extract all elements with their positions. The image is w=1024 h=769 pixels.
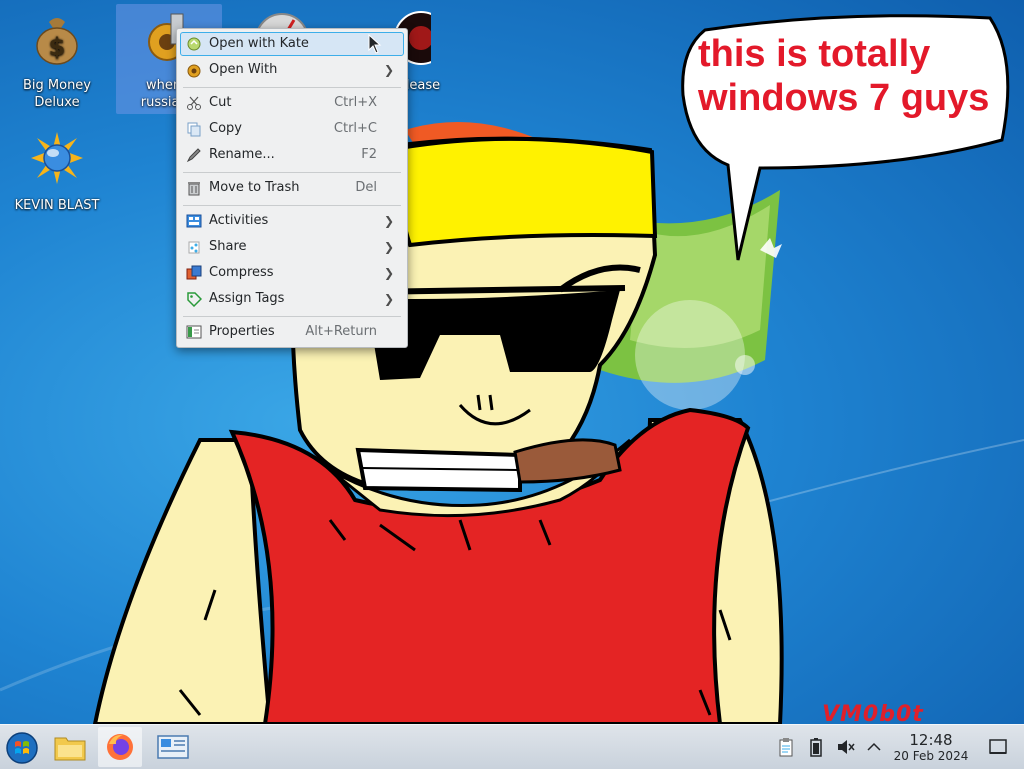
tag-icon xyxy=(187,292,202,307)
taskbar-file-manager[interactable] xyxy=(48,727,92,767)
menu-separator xyxy=(183,87,401,88)
taskbar: 12:48 20 Feb 2024 xyxy=(0,724,1024,769)
money-bag-icon: $ xyxy=(36,18,78,65)
menu-separator xyxy=(183,205,401,206)
menu-item-shortcut: Ctrl+X xyxy=(334,95,377,110)
menu-item-label: Rename... xyxy=(209,147,275,162)
menu-item-label: Copy xyxy=(209,121,242,136)
speech-bubble-text: this is totally windows 7 guys xyxy=(698,32,998,120)
menu-item-compress[interactable]: Compress ❯ xyxy=(180,261,404,285)
cut-icon xyxy=(187,96,201,110)
rename-icon xyxy=(186,148,201,163)
file-manager-icon xyxy=(54,737,86,761)
menu-separator xyxy=(183,172,401,173)
menu-item-rename[interactable]: Rename... F2 xyxy=(180,143,404,167)
clipboard-icon[interactable] xyxy=(776,737,796,757)
taskbar-firefox[interactable] xyxy=(98,727,142,767)
menu-item-assign-tags[interactable]: Assign Tags ❯ xyxy=(180,287,404,311)
speech-line-1: this is totally xyxy=(698,33,931,75)
kate-icon xyxy=(187,37,201,51)
desktop-icon-label: Deluxe xyxy=(34,95,80,110)
submenu-arrow-icon: ❯ xyxy=(383,240,394,254)
menu-item-label: Properties xyxy=(209,324,275,339)
trash-icon xyxy=(188,182,200,196)
clock-time: 12:48 xyxy=(909,731,953,749)
properties-icon xyxy=(186,325,202,339)
menu-item-move-to-trash[interactable]: Move to Trash Del xyxy=(180,176,404,200)
menu-item-label: Assign Tags xyxy=(209,291,285,306)
battery-icon[interactable] xyxy=(806,737,826,757)
desktop-icon-label: Big Money xyxy=(22,78,91,93)
share-icon xyxy=(188,241,200,254)
activities-icon xyxy=(186,214,202,228)
submenu-arrow-icon: ❯ xyxy=(383,63,394,77)
menu-item-label: Cut xyxy=(209,95,232,110)
firefox-icon xyxy=(107,734,133,760)
menu-item-properties[interactable]: Properties Alt+Return xyxy=(180,320,404,344)
show-desktop-icon[interactable] xyxy=(988,737,1008,757)
copy-icon xyxy=(187,122,201,137)
speech-line-2: windows 7 guys xyxy=(698,77,990,119)
menu-item-shortcut: Ctrl+C xyxy=(333,121,377,136)
desktop-icon-label: KEVIN BLAST xyxy=(14,198,100,213)
open-with-icon xyxy=(187,64,201,78)
submenu-arrow-icon: ❯ xyxy=(383,266,394,280)
taskbar-system-settings[interactable] xyxy=(150,727,194,767)
kevin-blast-icon xyxy=(31,132,83,184)
menu-item-label: Move to Trash xyxy=(209,180,300,195)
menu-separator xyxy=(183,316,401,317)
mouse-cursor-icon xyxy=(368,34,382,54)
menu-item-label: Compress xyxy=(209,265,274,280)
start-menu-button[interactable] xyxy=(0,727,44,767)
compress-icon xyxy=(186,265,202,280)
volume-muted-icon[interactable] xyxy=(836,737,856,757)
desktop-icon-big-money-deluxe[interactable]: $ Big Money Deluxe xyxy=(4,4,110,114)
menu-item-shortcut: F2 xyxy=(361,147,377,162)
menu-item-activities[interactable]: Activities ❯ xyxy=(180,209,404,233)
menu-item-label: Open With xyxy=(209,62,278,77)
menu-item-shortcut: Alt+Return xyxy=(305,324,377,339)
menu-item-shortcut: Del xyxy=(355,180,377,195)
chevron-up-icon[interactable] xyxy=(864,737,884,757)
submenu-arrow-icon: ❯ xyxy=(383,214,394,228)
menu-item-open-with[interactable]: Open With ❯ xyxy=(180,58,404,82)
desktop-icon-kevin-blast[interactable]: KEVIN BLAST xyxy=(4,124,110,220)
clock-date: 20 Feb 2024 xyxy=(893,749,969,763)
menu-item-label: Open with Kate xyxy=(209,36,309,51)
svg-text:$: $ xyxy=(49,33,66,61)
windows-orb-icon xyxy=(6,732,38,764)
menu-item-share[interactable]: Share ❯ xyxy=(180,235,404,259)
context-menu: Open with Kate Open With ❯ Cut Ctrl+X Co… xyxy=(176,28,408,348)
menu-item-label: Activities xyxy=(209,213,269,228)
system-settings-icon xyxy=(157,735,189,759)
menu-item-label: Share xyxy=(209,239,247,254)
menu-item-copy[interactable]: Copy Ctrl+C xyxy=(180,117,404,141)
menu-item-cut[interactable]: Cut Ctrl+X xyxy=(180,91,404,115)
submenu-arrow-icon: ❯ xyxy=(383,292,394,306)
